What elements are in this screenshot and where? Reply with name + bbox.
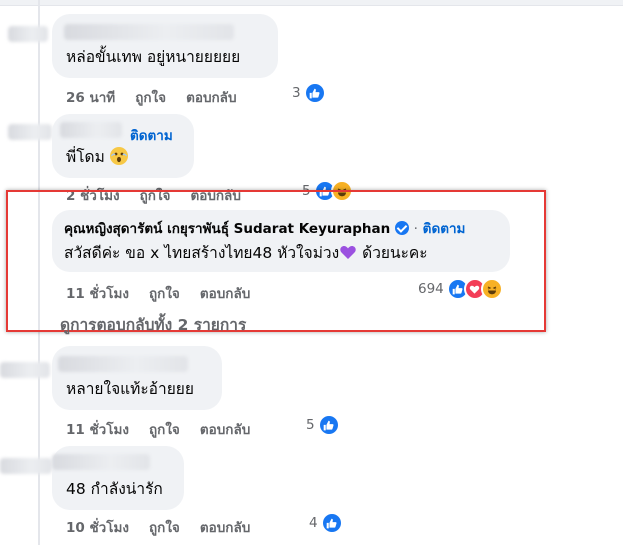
avatar-blurred[interactable] [0,362,50,378]
comment-time[interactable]: 26 นาที [66,86,115,108]
like-button[interactable]: ถูกใจ [135,86,166,108]
comment-text: หล่อขั้นเทพ อยู่หนายยยยย [66,48,241,66]
comment-bubble: ติดตาม พี่โดม [52,114,194,178]
like-button[interactable]: ถูกใจ [149,282,180,304]
comment-text: พี่โดม [66,146,128,168]
avatar-blurred[interactable] [8,26,48,42]
view-replies-link[interactable]: ดูการตอบกลับทั้ง 2 รายการ [60,312,246,337]
comment-time[interactable]: 11 ชั่วโมง [66,282,129,304]
reaction-count: 4 [309,515,318,531]
comment-text-part1: สวัสดีค่ะ ขอ x ไทยสร้างไทย48 หัวใจม่วง [64,244,340,262]
like-button[interactable]: ถูกใจ [149,516,180,538]
author-name-blurred[interactable] [58,356,188,372]
comment-bubble: หลายใจแท้ะอ้ายยย [52,346,222,410]
comment-time[interactable]: 11 ชั่วโมง [66,418,129,440]
purple-heart-icon [339,243,357,261]
top-divider [0,0,623,6]
reactions[interactable]: 694 [418,278,503,300]
separator: · [413,221,418,237]
follow-link[interactable]: ติดตาม [423,221,466,237]
reaction-count: 3 [292,85,301,101]
haha-reaction-icon [480,278,503,300]
like-reaction-icon [317,414,340,436]
verified-badge-icon [394,221,409,235]
comment-time[interactable]: 10 ชั่วโมง [66,516,129,538]
follow-link[interactable]: ติดตาม [130,124,173,146]
reply-button[interactable]: ตอบกลับ [200,418,250,440]
comment-text: หลายใจแท้ะอ้ายยย [66,380,194,398]
like-reaction-icon [303,82,326,104]
reactions[interactable]: 5 [306,414,340,436]
reactions[interactable]: 3 [292,82,326,104]
like-button[interactable]: ถูกใจ [149,418,180,440]
comment-bubble: คุณหญิงสุดารัตน์ เกยุราพันธุ์ Sudarat Ke… [52,210,510,272]
avatar-blurred[interactable] [8,124,52,140]
like-reaction-icon [320,512,343,534]
reply-button[interactable]: ตอบกลับ [200,282,250,304]
reply-button[interactable]: ตอบกลับ [186,86,236,108]
comment-text: สวัสดีค่ะ ขอ x ไทยสร้างไทย48 หัวใจม่วง ด… [64,242,428,264]
author-name-blurred[interactable] [64,24,234,40]
author-name-blurred[interactable] [60,122,122,138]
comment-bubble: 48 กำลังน่ารัก [52,446,184,510]
comment-actions: 11 ชั่วโมง ถูกใจ ตอบกลับ [66,418,250,440]
avatar-blurred[interactable] [0,458,52,474]
comment-actions: 11 ชั่วโมง ถูกใจ ตอบกลับ [66,282,250,304]
reaction-count: 5 [306,417,315,433]
comment-bubble: หล่อขั้นเทพ อยู่หนายยยยย [52,14,278,78]
comment-text: 48 กำลังน่ารัก [66,480,163,498]
author-name[interactable]: คุณหญิงสุดารัตน์ เกยุราพันธุ์ Sudarat Ke… [64,221,390,237]
comment-author-line: คุณหญิงสุดารัตน์ เกยุราพันธุ์ Sudarat Ke… [64,220,465,238]
comment-text-part2: ด้วยนะคะ [362,244,428,262]
author-name-blurred[interactable] [52,454,150,470]
reaction-count: 694 [418,281,444,297]
comment-actions: 10 ชั่วโมง ถูกใจ ตอบกลับ [66,516,250,538]
reactions[interactable]: 4 [309,512,343,534]
comment-text-content: พี่โดม [66,148,105,166]
comment-actions: 26 นาที ถูกใจ ตอบกลับ [66,86,237,108]
scream-emoji-icon [109,147,128,165]
reply-button[interactable]: ตอบกลับ [200,516,250,538]
